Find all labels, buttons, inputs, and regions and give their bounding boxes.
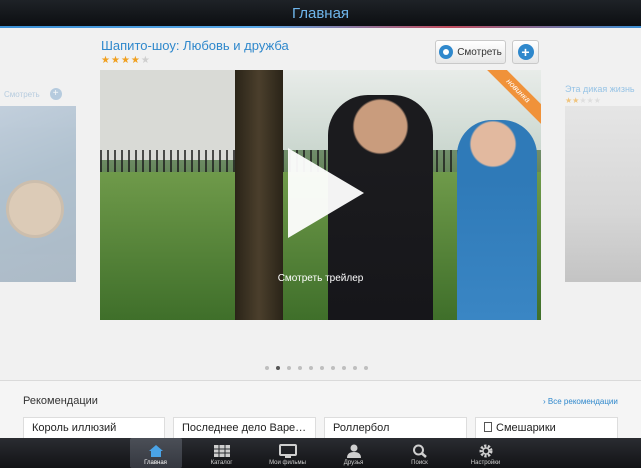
add-to-list-button[interactable]: + <box>512 40 539 64</box>
tab-home[interactable]: Главная <box>129 438 182 468</box>
gear-icon <box>477 443 495 459</box>
tv-icon <box>278 443 297 459</box>
page-dot[interactable] <box>364 366 368 370</box>
top-bar: Главная <box>0 0 641 28</box>
eye-icon <box>439 45 454 59</box>
grid-icon <box>213 443 231 459</box>
tab-my-movies[interactable]: Мои фильмы <box>262 438 314 468</box>
home-icon <box>147 443 165 459</box>
tab-search[interactable]: Поиск <box>394 438 446 468</box>
recommendation-card[interactable]: Роллербол <box>324 417 467 438</box>
side-movie-rating: ★★★★★ <box>565 96 601 105</box>
page-dot[interactable] <box>331 366 335 370</box>
page-dot[interactable] <box>353 366 357 370</box>
series-icon <box>484 422 492 432</box>
star-empty-icon: ★ <box>140 55 151 66</box>
new-badge-label: новинка <box>481 70 541 128</box>
person-icon <box>345 443 363 459</box>
side-watch-button[interactable]: Смотреть <box>4 90 40 99</box>
star-icon: ★ <box>130 55 141 66</box>
all-recommendations-link[interactable]: › Все рекомендации <box>543 397 618 406</box>
poster-art <box>6 180 64 238</box>
bottom-tab-bar: Главная Каталог Мои фильмы Друзья Поиск … <box>0 438 641 468</box>
side-movie-poster-left[interactable] <box>0 106 76 282</box>
watch-trailer-link[interactable]: Смотреть трейлер <box>100 273 541 284</box>
featured-rating: ★★★★★ <box>101 55 151 66</box>
recommendations-section: Рекомендации › Все рекомендации Король и… <box>0 380 641 438</box>
page-dot[interactable] <box>298 366 302 370</box>
plus-icon: + <box>517 44 534 60</box>
page-dot[interactable] <box>309 366 313 370</box>
recommendation-card[interactable]: Смешарики <box>475 417 618 438</box>
featured-poster[interactable]: новинка Смотреть трейлер <box>100 70 541 320</box>
star-icon: ★ <box>120 55 131 66</box>
tab-friends[interactable]: Друзья <box>328 438 380 468</box>
watch-button-label: Смотреть <box>457 46 502 58</box>
search-icon <box>411 443 429 459</box>
tab-catalog[interactable]: Каталог <box>196 438 248 468</box>
carousel-pagination <box>265 366 368 370</box>
page-dot[interactable] <box>287 366 291 370</box>
side-movie-poster-right[interactable] <box>565 106 641 282</box>
page-dot[interactable] <box>320 366 324 370</box>
star-icon: ★ <box>110 55 121 66</box>
star-icon: ★ <box>101 55 111 66</box>
page-dot-active[interactable] <box>276 366 280 370</box>
page-dot[interactable] <box>342 366 346 370</box>
recommendations-title: Рекомендации <box>23 395 98 407</box>
new-badge: новинка <box>481 70 541 130</box>
featured-carousel[interactable]: Эта дикая жизнь ★★★★★ Смотреть + Шапито-… <box>0 28 641 380</box>
play-icon[interactable] <box>288 148 364 238</box>
watch-button[interactable]: Смотреть <box>435 40 506 64</box>
tab-settings[interactable]: Настройки <box>460 438 512 468</box>
poster-figure-woman <box>457 120 537 320</box>
featured-title[interactable]: Шапито-шоу: Любовь и дружба <box>101 38 289 53</box>
recommendation-card[interactable]: Король иллюзий <box>23 417 165 438</box>
side-movie-title[interactable]: Эта дикая жизнь <box>565 84 635 94</box>
chevron-right-icon: › <box>543 397 546 406</box>
side-movie-controls: Смотреть + <box>4 88 62 100</box>
page-title: Главная <box>291 5 350 22</box>
side-add-icon[interactable]: + <box>49 88 62 100</box>
page-dot[interactable] <box>265 366 269 370</box>
recommendation-card[interactable]: Последнее дело Варе… <box>173 417 316 438</box>
